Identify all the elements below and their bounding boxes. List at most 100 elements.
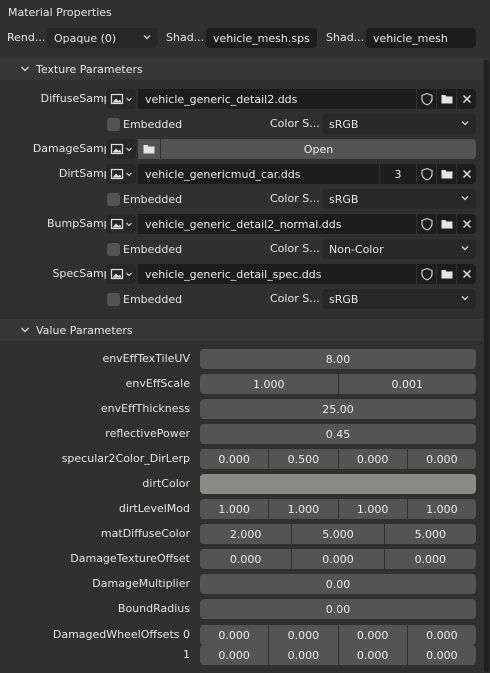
chevron-down-icon: [461, 296, 469, 301]
folder-icon: [441, 270, 452, 279]
bump-open-file-button[interactable]: [437, 214, 456, 234]
param-value-damagedwheeloffsets-0-0[interactable]: 0.000: [200, 625, 269, 645]
dirt-unlink-button[interactable]: [457, 164, 476, 184]
param-fields-envefftextileuv: 8.00: [200, 349, 476, 369]
dirt-open-file-button[interactable]: [437, 164, 456, 184]
spec-open-file-button[interactable]: [437, 264, 456, 284]
diffuse-unlink-button[interactable]: [457, 89, 476, 109]
param-label-envefftextileuv: envEffTexTileUV: [102, 352, 190, 365]
param-label-damagedwheeloffsets-0: DamagedWheelOffsets 0: [52, 628, 190, 641]
param-fields-damagetextureoffset: 0.000 0.000 0.000: [200, 549, 476, 569]
param-fields-specular2color-dirlerp: 0.000 0.500 0.000 0.000: [200, 449, 476, 469]
diffuse-embedded-checkbox[interactable]: [107, 118, 120, 131]
bump-colorspace-dropdown[interactable]: Non-Color: [322, 239, 476, 259]
shader-file-field[interactable]: vehicle_mesh.sps: [206, 28, 317, 48]
image-icon: [110, 143, 124, 155]
spec-embedded-checkbox[interactable]: [107, 293, 120, 306]
param-value-specular2color-dirlerp-1[interactable]: 0.500: [269, 449, 338, 469]
chevron-down-icon: [126, 172, 132, 177]
folder-icon: [441, 220, 452, 229]
param-fields-enveffscale: 1.000 0.001: [200, 374, 476, 394]
damage-open-icon[interactable]: [138, 139, 160, 159]
dirt-texture-name-field[interactable]: vehicle_genericmud_car.dds: [138, 164, 379, 184]
param-value-dirtlevelmod-0[interactable]: 1.000: [200, 499, 269, 519]
diffuse-colorspace-dropdown[interactable]: sRGB: [322, 114, 476, 134]
param-value-1-1[interactable]: 0.000: [269, 645, 338, 665]
param-value-boundradius-0[interactable]: 0.00: [200, 599, 476, 619]
diffuse-open-file-button[interactable]: [437, 89, 456, 109]
damage-image-browse-button[interactable]: [106, 139, 136, 159]
spec-unlink-button[interactable]: [457, 264, 476, 284]
param-label-matdiffusecolor: matDiffuseColor: [100, 527, 190, 540]
texture-parameters-header[interactable]: Texture Parameters: [0, 58, 483, 80]
dirt-user-count[interactable]: 3: [380, 164, 416, 184]
folder-icon: [441, 95, 452, 104]
render-mode-dropdown[interactable]: Opaque (0): [47, 28, 158, 48]
dirt-fake-user-button[interactable]: [417, 164, 436, 184]
param-fields-enveffthickness: 25.00: [200, 399, 476, 419]
shield-icon: [420, 92, 433, 106]
dirt-embedded-label: Embedded: [123, 193, 183, 206]
spec-image-browse-button[interactable]: [106, 264, 136, 284]
param-value-dirtlevelmod-3[interactable]: 1.000: [407, 499, 476, 519]
diffuse-texture-name-field[interactable]: vehicle_generic_detail2.dds: [138, 89, 416, 109]
image-icon: [110, 218, 124, 230]
param-value-specular2color-dirlerp-0[interactable]: 0.000: [200, 449, 269, 469]
chevron-down-icon: [126, 147, 132, 152]
param-value-specular2color-dirlerp-2[interactable]: 0.000: [338, 449, 407, 469]
image-icon: [110, 168, 124, 180]
image-icon: [110, 93, 124, 105]
shader-name-field[interactable]: vehicle_mesh: [366, 28, 476, 48]
dirt-image-browse-button[interactable]: [106, 164, 136, 184]
param-value-1-0[interactable]: 0.000: [200, 645, 269, 665]
param-value-damagedwheeloffsets-0-3[interactable]: 0.000: [407, 625, 476, 645]
param-value-matdiffusecolor-1[interactable]: 5.000: [292, 524, 384, 544]
chevron-down-icon: [126, 97, 132, 102]
dirt-embedded-checkbox[interactable]: [107, 193, 120, 206]
spec-colorspace-dropdown[interactable]: sRGB: [322, 289, 476, 309]
shader-label: Shad...: [166, 31, 205, 44]
dirt-colorspace-dropdown[interactable]: sRGB: [322, 189, 476, 209]
value-parameters-header[interactable]: Value Parameters: [0, 319, 483, 341]
param-value-dirtlevelmod-2[interactable]: 1.000: [338, 499, 407, 519]
param-value-1-2[interactable]: 0.000: [338, 645, 407, 665]
param-value-reflectivepower-0[interactable]: 0.45: [200, 424, 476, 444]
diffuse-fake-user-button[interactable]: [417, 89, 436, 109]
bump-unlink-button[interactable]: [457, 214, 476, 234]
texture-parameters-title: Texture Parameters: [36, 62, 143, 76]
bump-image-browse-button[interactable]: [106, 214, 136, 234]
image-icon: [110, 268, 124, 280]
param-value-enveffthickness-0[interactable]: 25.00: [200, 399, 476, 419]
param-value-damagedwheeloffsets-0-1[interactable]: 0.000: [269, 625, 338, 645]
param-value-matdiffusecolor-2[interactable]: 5.000: [384, 524, 476, 544]
bump-texture-name-field[interactable]: vehicle_generic_detail2_normal.dds: [138, 214, 416, 234]
bump-embedded-checkbox[interactable]: [107, 243, 120, 256]
param-value-enveffscale-0[interactable]: 1.000: [200, 374, 338, 394]
param-value-damagemultiplier-0[interactable]: 0.00: [200, 574, 476, 594]
param-fields-damagedwheeloffsets-0: 0.000 0.000 0.000 0.000: [200, 625, 476, 645]
param-color-dirtcolor[interactable]: [200, 474, 476, 494]
diffuse-image-browse-button[interactable]: [106, 89, 136, 109]
param-value-specular2color-dirlerp-3[interactable]: 0.000: [407, 449, 476, 469]
render-label: Rend...: [7, 31, 46, 44]
param-value-damagetextureoffset-0[interactable]: 0.000: [200, 549, 292, 569]
damage-open-button[interactable]: Open: [161, 139, 476, 159]
param-label-reflectivepower: reflectivePower: [105, 427, 190, 440]
param-value-matdiffusecolor-0[interactable]: 2.000: [200, 524, 292, 544]
param-value-damagetextureoffset-1[interactable]: 0.000: [292, 549, 384, 569]
param-label-dirtlevelmod: dirtLevelMod: [118, 502, 190, 515]
bump-fake-user-button[interactable]: [417, 214, 436, 234]
param-value-enveffscale-1[interactable]: 0.001: [338, 374, 476, 394]
chevron-down-icon: [461, 121, 469, 126]
param-value-envefftextileuv-0[interactable]: 8.00: [200, 349, 476, 369]
spec-fake-user-button[interactable]: [417, 264, 436, 284]
param-fields-damagemultiplier: 0.00: [200, 574, 476, 594]
param-value-damagetextureoffset-2[interactable]: 0.000: [384, 549, 476, 569]
close-icon: [462, 269, 471, 279]
param-fields-reflectivepower: 0.45: [200, 424, 476, 444]
scrollbar[interactable]: [484, 60, 489, 672]
param-value-1-3[interactable]: 0.000: [407, 645, 476, 665]
spec-texture-name-field[interactable]: vehicle_generic_detail_spec.dds: [138, 264, 416, 284]
param-value-damagedwheeloffsets-0-2[interactable]: 0.000: [338, 625, 407, 645]
param-value-dirtlevelmod-1[interactable]: 1.000: [269, 499, 338, 519]
